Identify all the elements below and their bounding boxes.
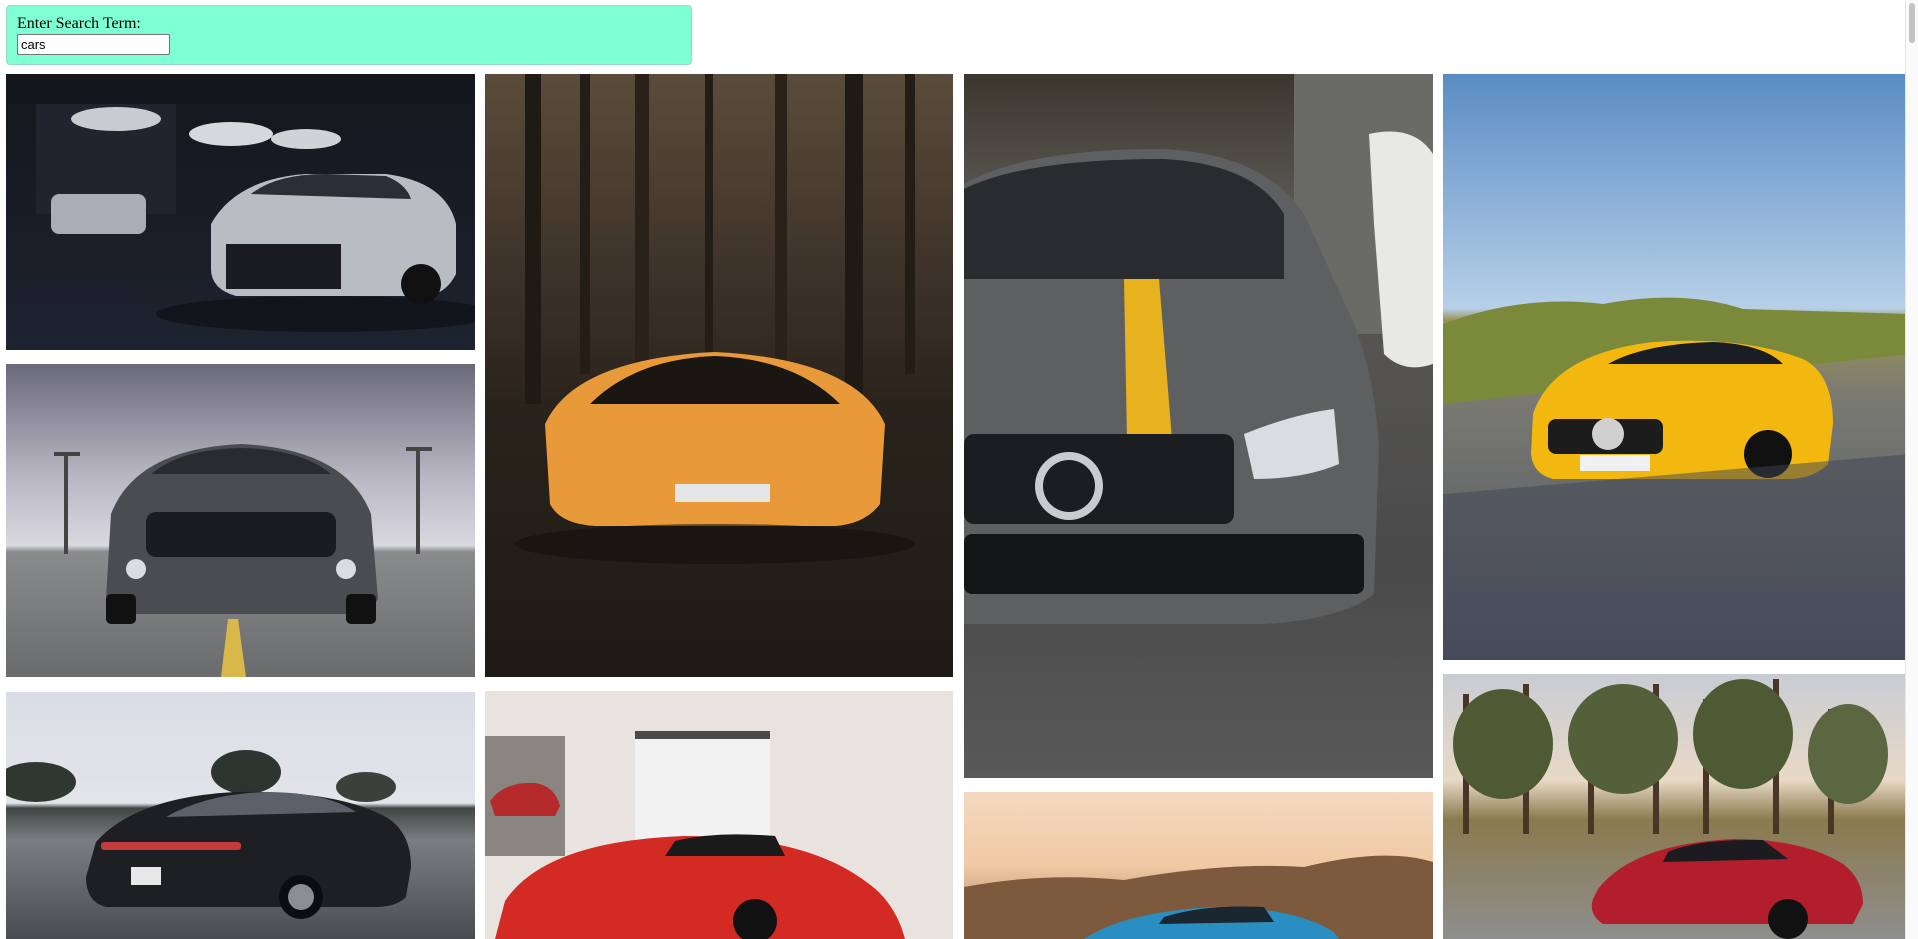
scrollbar-thumb[interactable] (1909, 3, 1915, 43)
forest-supercar-image (485, 74, 953, 677)
photo-tile-showroom-supercar[interactable] (485, 691, 953, 939)
photo-tile-rooftop-muscle-car[interactable] (6, 364, 475, 677)
garage-car-image (6, 74, 475, 350)
yellow-coupe-image (1443, 74, 1911, 660)
striped-coupe-image (964, 74, 1433, 778)
sunset-sportscar-image (964, 792, 1433, 939)
photo-tile-forest-supercar[interactable] (485, 74, 953, 677)
photo-tile-sunset-sportscar[interactable] (964, 792, 1433, 939)
search-label: Enter Search Term: (17, 15, 141, 32)
pine-coupe-image (1443, 674, 1911, 939)
rooftop-muscle-car-image (6, 364, 475, 677)
photo-tile-striped-coupe[interactable] (964, 74, 1433, 778)
photo-tile-yellow-coupe[interactable] (1443, 74, 1911, 660)
showroom-supercar-image (485, 691, 953, 939)
highway-sedan-image (6, 692, 475, 939)
photo-tile-garage-car[interactable] (6, 74, 475, 350)
photo-tile-pine-coupe[interactable] (1443, 674, 1911, 939)
search-input[interactable] (17, 34, 170, 55)
photo-tile-highway-sedan[interactable] (6, 692, 475, 939)
page-scrollbar[interactable] (1905, 0, 1918, 939)
search-panel: Enter Search Term: (6, 5, 692, 65)
